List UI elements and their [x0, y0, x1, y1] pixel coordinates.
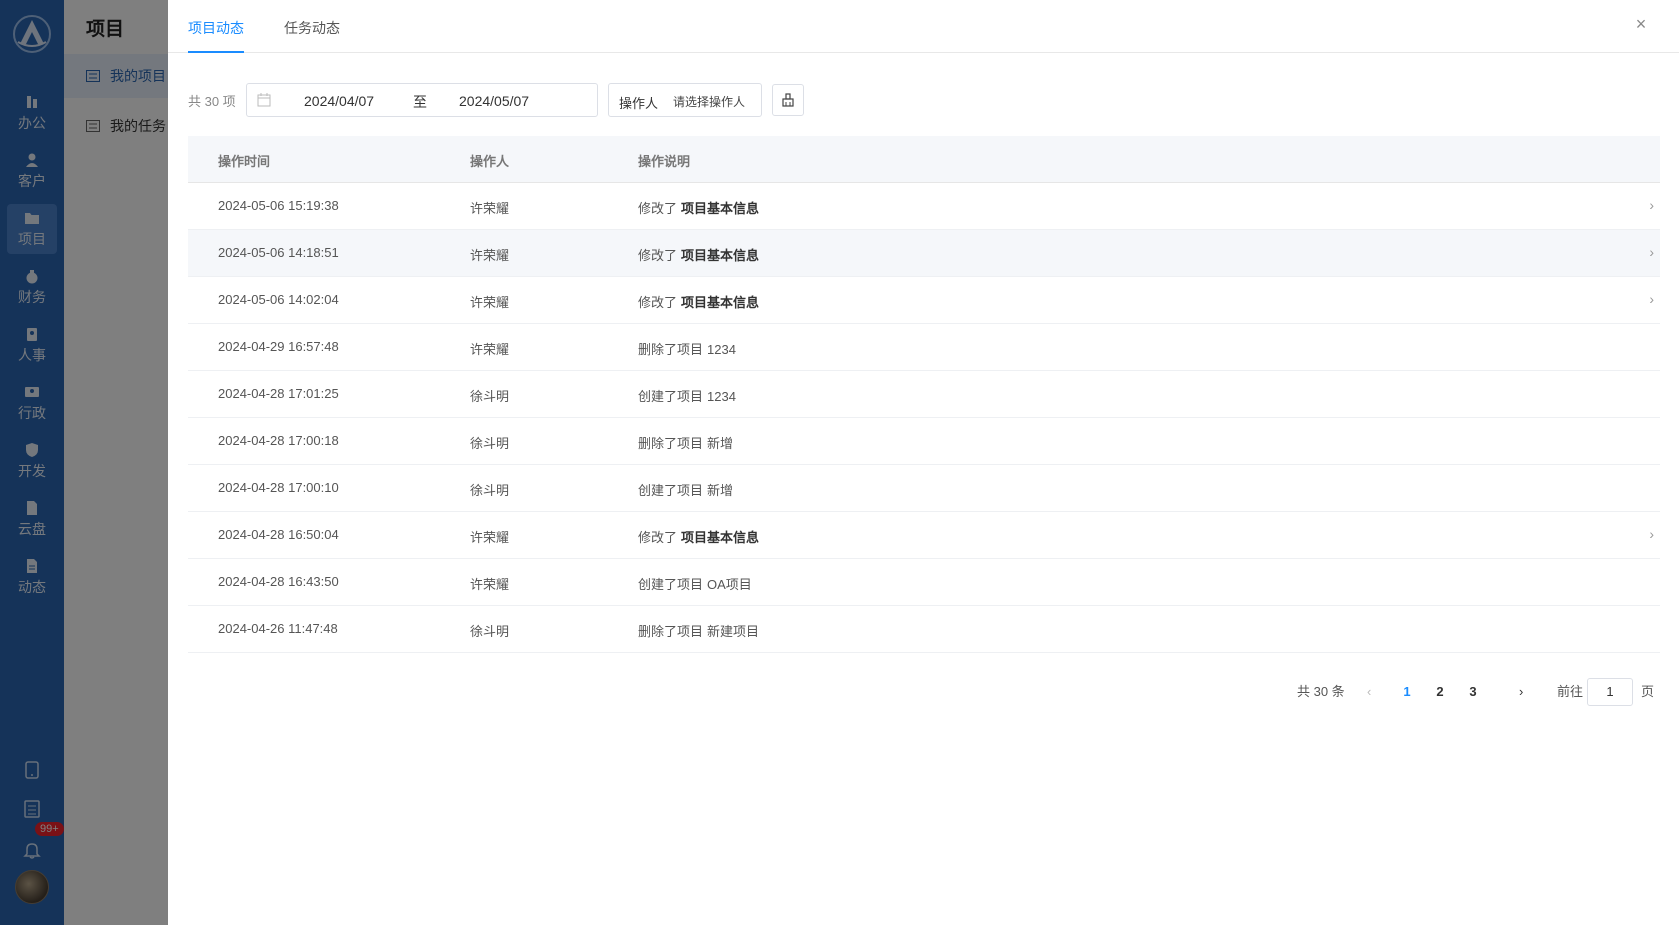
table-row: 2024-04-26 11:47:48 徐斗明 删除了项目 新建项目: [188, 606, 1660, 653]
table-row: 2024-04-29 16:57:48 许荣耀 删除了项目 1234: [188, 324, 1660, 371]
cell-operator: 许荣耀: [470, 248, 510, 263]
end-date-input[interactable]: 2024/05/07: [459, 93, 529, 109]
description-action: 删除了项目: [638, 624, 704, 639]
activity-drawer: 项目动态 任务动态 × 共 30 项 2024/04/07 至 2024/05/…: [168, 0, 1679, 925]
next-page-icon[interactable]: ›: [1519, 678, 1523, 706]
operator-placeholder: 请选择操作人: [673, 95, 746, 109]
cell-description: 创建了项目 新增: [638, 480, 733, 499]
description-action: 删除了项目: [638, 342, 704, 357]
table-row[interactable]: 2024-04-28 16:50:04 许荣耀 修改了 项目基本信息 ›: [188, 512, 1660, 559]
cell-operator: 徐斗明: [470, 389, 510, 404]
cell-operator: 许荣耀: [470, 295, 510, 310]
cell-description: 删除了项目 1234: [638, 339, 736, 358]
column-header-description: 操作说明: [638, 154, 691, 169]
description-action: 删除了项目: [638, 436, 704, 451]
table-row: 2024-04-28 16:43:50 许荣耀 创建了项目 OA项目: [188, 559, 1660, 606]
close-icon[interactable]: ×: [1633, 15, 1649, 33]
activity-table: 操作时间 操作人 操作说明 2024-05-06 15:19:38 许荣耀 修改了项…: [188, 136, 1660, 653]
cell-description: 修改了 项目基本信息: [638, 245, 759, 264]
start-date-input[interactable]: 2024/04/07: [304, 93, 374, 109]
chevron-right-icon[interactable]: ›: [1649, 291, 1654, 307]
page-suffix: 页: [1641, 684, 1655, 699]
cell-time: 2024-04-28 17:01:25: [218, 386, 339, 401]
page-button-3[interactable]: 3: [1461, 678, 1485, 706]
chevron-right-icon[interactable]: ›: [1649, 197, 1654, 213]
description-action: 创建了项目: [638, 389, 704, 404]
pagination-total: 共 30 条: [1297, 684, 1345, 699]
cell-time: 2024-05-06 14:02:04: [218, 292, 339, 307]
description-action: 创建了项目: [638, 483, 704, 498]
description-action: 修改了: [638, 295, 678, 310]
cell-operator: 徐斗明: [470, 483, 510, 498]
cell-time: 2024-05-06 14:18:51: [218, 245, 339, 260]
description-target: 1234: [707, 342, 736, 357]
cell-operator: 许荣耀: [470, 342, 510, 357]
date-range-separator: 至: [413, 94, 427, 110]
description-action: 修改了: [638, 248, 678, 263]
pagination: 共 30 条 ‹ 1 2 3 › 前往 页: [1297, 678, 1659, 706]
calendar-icon: [257, 93, 271, 107]
chevron-right-icon[interactable]: ›: [1649, 244, 1654, 260]
cell-description: 删除了项目 新建项目: [638, 621, 759, 640]
description-target: 1234: [707, 389, 736, 404]
cell-description: 创建了项目 1234: [638, 386, 736, 405]
page-button-2[interactable]: 2: [1428, 678, 1452, 706]
operator-label: 操作人: [619, 96, 659, 111]
description-target: 新增: [707, 483, 734, 498]
table-row: 2024-04-28 17:01:25 徐斗明 创建了项目 1234: [188, 371, 1660, 418]
goto-page-input[interactable]: [1587, 678, 1633, 706]
chevron-right-icon[interactable]: ›: [1649, 526, 1654, 542]
table-row: 2024-04-28 17:00:10 徐斗明 创建了项目 新增: [188, 465, 1660, 512]
description-action: 修改了: [638, 201, 678, 216]
cell-time: 2024-04-28 17:00:10: [218, 480, 339, 495]
cell-operator: 徐斗明: [470, 436, 510, 451]
description-target: 新增: [707, 436, 734, 451]
table-row[interactable]: 2024-05-06 14:02:04 许荣耀 修改了 项目基本信息 ›: [188, 277, 1660, 324]
cell-time: 2024-05-06 15:19:38: [218, 198, 339, 213]
record-count: 共 30 项: [188, 94, 236, 109]
cell-operator: 许荣耀: [470, 530, 510, 545]
description-action: 修改了: [638, 530, 678, 545]
cell-description: 修改了 项目基本信息: [638, 292, 759, 311]
cell-time: 2024-04-28 16:50:04: [218, 527, 339, 542]
cell-description: 删除了项目 新增: [638, 433, 733, 452]
prev-page-icon[interactable]: ‹: [1367, 678, 1371, 706]
tab-task-activity[interactable]: 任务动态: [284, 0, 340, 53]
table-row[interactable]: 2024-05-06 15:19:38 许荣耀 修改了 项目基本信息 ›: [188, 183, 1660, 230]
cell-time: 2024-04-26 11:47:48: [218, 621, 338, 636]
cell-operator: 徐斗明: [470, 624, 510, 639]
cell-time: 2024-04-28 16:43:50: [218, 574, 339, 589]
tab-project-activity[interactable]: 项目动态: [188, 0, 244, 53]
cell-operator: 许荣耀: [470, 577, 510, 592]
description-target: 项目基本信息: [681, 530, 760, 545]
page-button-1[interactable]: 1: [1395, 678, 1419, 706]
operator-select[interactable]: 操作人 请选择操作人: [608, 83, 762, 117]
table-row[interactable]: 2024-05-06 14:18:51 许荣耀 修改了 项目基本信息 ›: [188, 230, 1660, 277]
description-target: 新建项目: [707, 624, 760, 639]
column-header-time: 操作时间: [218, 154, 271, 169]
cell-description: 创建了项目 OA项目: [638, 574, 752, 593]
description-target: OA项目: [707, 577, 752, 592]
eraser-icon: [782, 93, 794, 107]
clear-filter-button[interactable]: [772, 84, 804, 116]
date-range-picker[interactable]: 2024/04/07 至 2024/05/07: [246, 83, 598, 117]
table-header: 操作时间 操作人 操作说明: [188, 136, 1660, 183]
description-action: 创建了项目: [638, 577, 704, 592]
goto-label: 前往: [1557, 684, 1584, 699]
cell-description: 修改了 项目基本信息: [638, 198, 759, 217]
column-header-operator: 操作人: [470, 154, 510, 169]
cell-time: 2024-04-28 17:00:18: [218, 433, 339, 448]
cell-description: 修改了 项目基本信息: [638, 527, 759, 546]
drawer-tabs: 项目动态 任务动态 ×: [168, 0, 1679, 53]
description-target: 项目基本信息: [681, 295, 760, 310]
cell-operator: 许荣耀: [470, 201, 510, 216]
cell-time: 2024-04-29 16:57:48: [218, 339, 339, 354]
description-target: 项目基本信息: [681, 201, 760, 216]
table-row: 2024-04-28 17:00:18 徐斗明 删除了项目 新增: [188, 418, 1660, 465]
description-target: 项目基本信息: [681, 248, 760, 263]
